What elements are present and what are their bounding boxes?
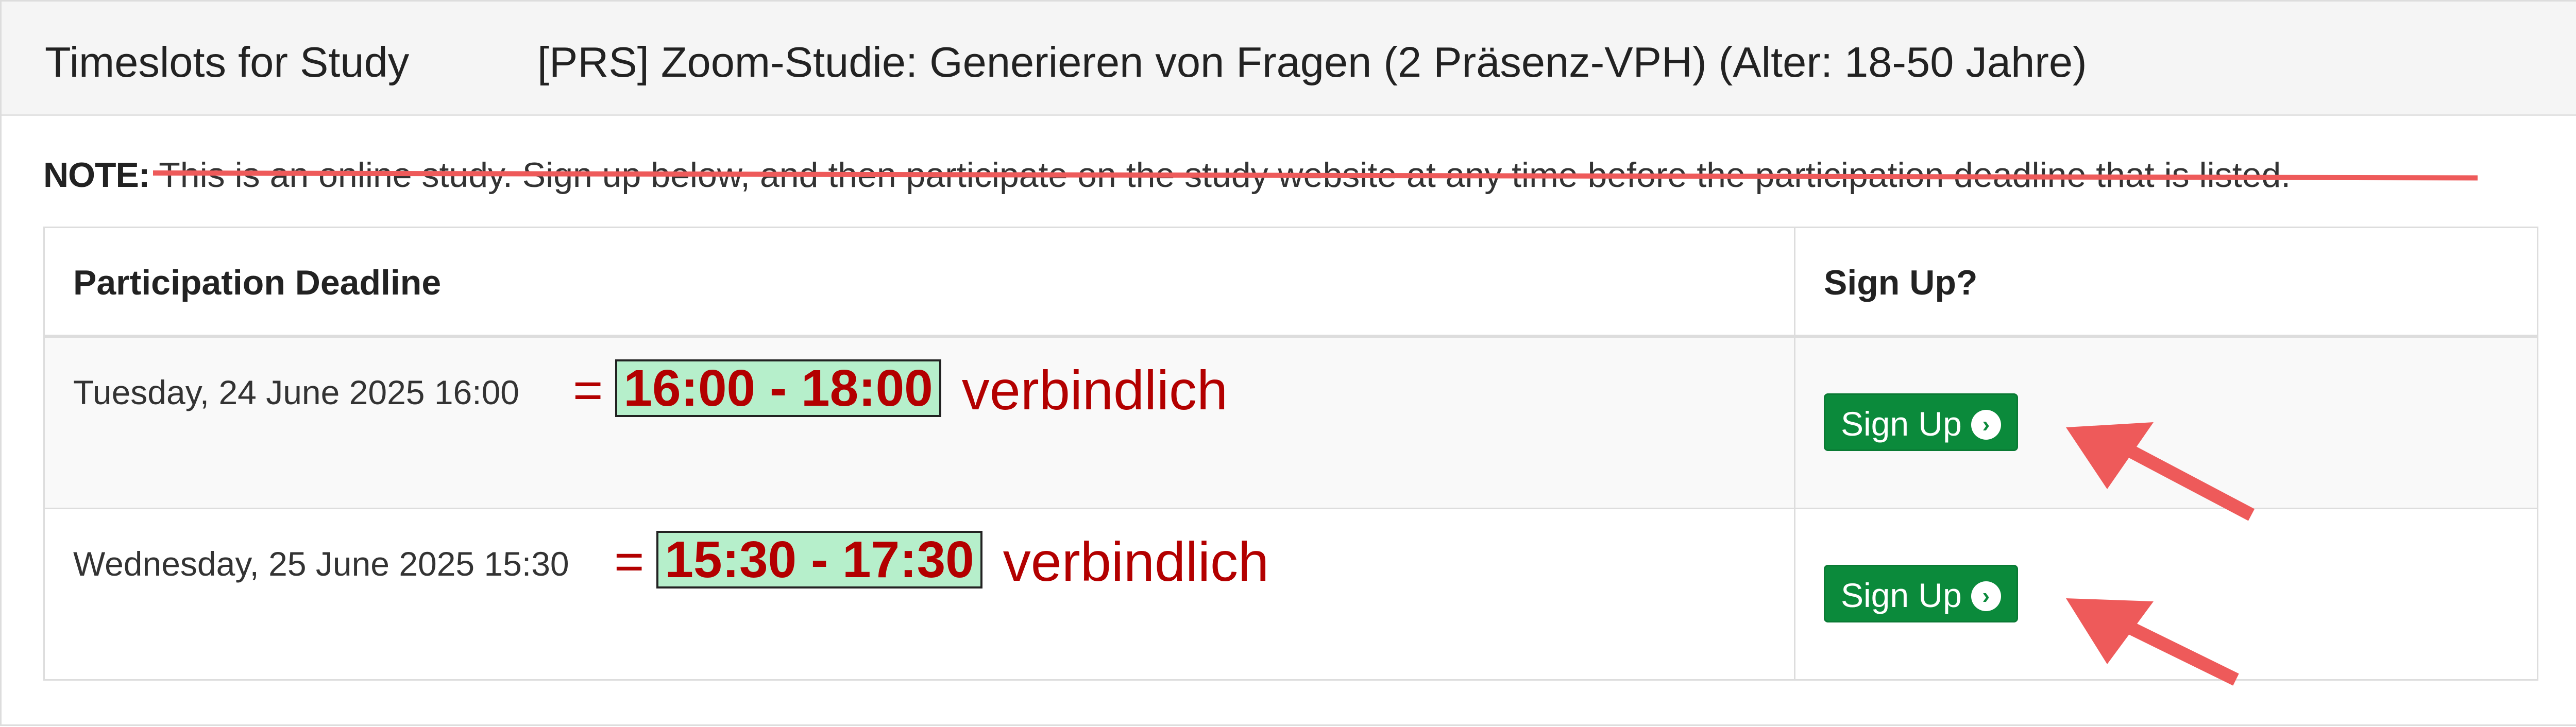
annotation-binding-word: verbindlich — [1003, 530, 1269, 593]
column-header-signup-label: Sign Up? — [1824, 263, 1978, 302]
chevron-circle-right-icon: › — [1971, 409, 2001, 440]
annotation-equals: = — [614, 533, 645, 591]
table-header-row: Participation Deadline Sign Up? — [43, 227, 2538, 338]
chevron-circle-right-icon: › — [1971, 581, 2001, 611]
handwritten-annotation: = 16:00 - 18:00 verbindlich — [573, 359, 1228, 421]
sign-up-button[interactable]: Sign Up › — [1824, 393, 2018, 451]
column-header-deadline-label: Participation Deadline — [73, 263, 442, 302]
annotation-equals: = — [573, 361, 603, 419]
annotation-binding-word: verbindlich — [961, 359, 1228, 421]
study-name: [PRS] Zoom-Studie: Generieren von Fragen… — [537, 38, 2087, 86]
table-row: Wednesday, 25 June 2025 15:30 = 15:30 - 1… — [43, 508, 2538, 681]
signup-cell: Sign Up › — [1794, 335, 2538, 509]
column-header-deadline: Participation Deadline — [43, 227, 1795, 338]
deadline-cell: Wednesday, 25 June 2025 15:30 = 15:30 - 1… — [43, 508, 1795, 681]
page: Timeslots for Study [PRS] Zoom-Studie: G… — [0, 0, 2576, 727]
annotation-time-range: 15:30 - 17:30 — [656, 531, 982, 588]
sign-up-button[interactable]: Sign Up › — [1824, 565, 2018, 622]
handwritten-annotation: = 15:30 - 17:30 verbindlich — [614, 531, 1269, 593]
page-title: Timeslots for Study — [45, 38, 410, 86]
sign-up-button-label: Sign Up — [1841, 405, 1962, 443]
deadline-text: Wednesday, 25 June 2025 15:30 — [73, 545, 569, 583]
note-label: NOTE: — [43, 155, 150, 195]
deadline-text: Tuesday, 24 June 2025 16:00 — [73, 373, 519, 411]
timeslots-table: Participation Deadline Sign Up? Tuesday,… — [43, 227, 2538, 681]
column-header-signup: Sign Up? — [1794, 227, 2538, 338]
signup-cell: Sign Up › — [1794, 508, 2538, 681]
table-row: Tuesday, 24 June 2025 16:00 = 16:00 - 18:… — [43, 335, 2538, 509]
annotation-time-range: 16:00 - 18:00 — [615, 359, 941, 417]
deadline-cell: Tuesday, 24 June 2025 16:00 = 16:00 - 18:… — [43, 335, 1795, 509]
sign-up-button-label: Sign Up — [1841, 576, 1962, 614]
panel-heading: Timeslots for Study [PRS] Zoom-Studie: G… — [2, 2, 2576, 116]
